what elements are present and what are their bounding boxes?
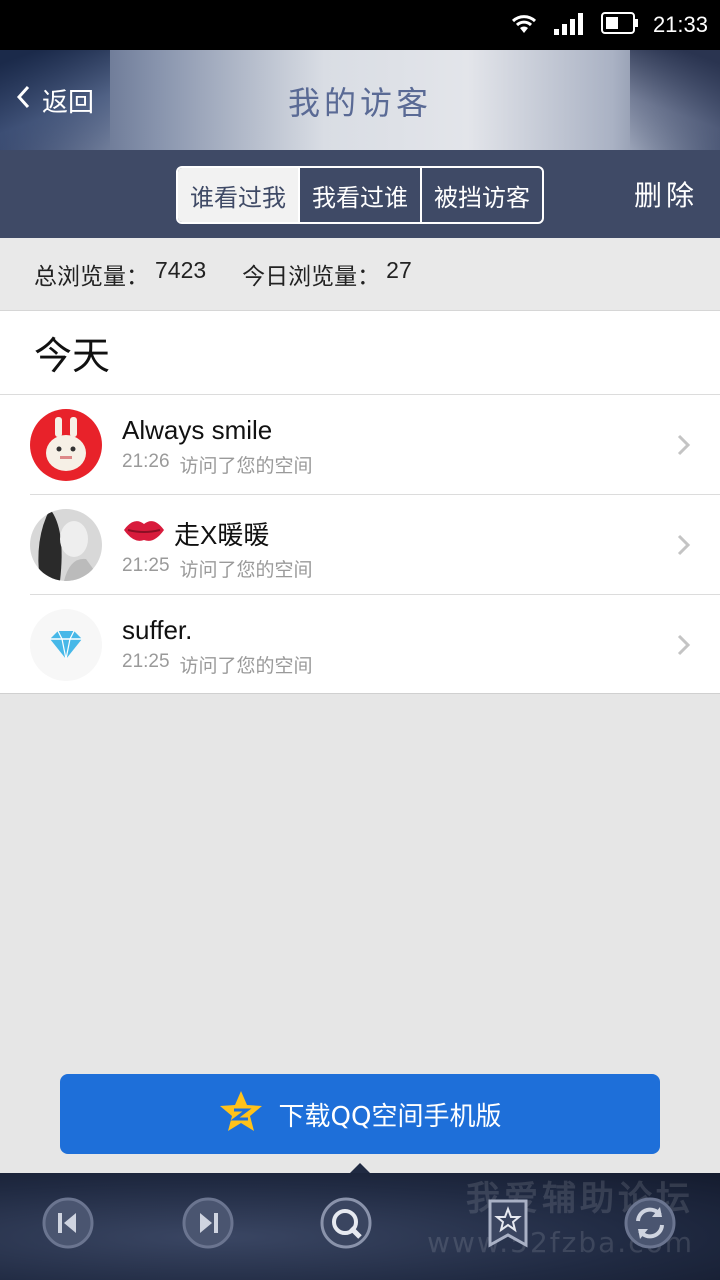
total-views-label: 总浏览量： (34, 264, 149, 290)
header: 返回 我的访客 (0, 50, 720, 150)
visit-info: 21:26 访问了您的空间 (122, 451, 313, 478)
visitor-name: 走X暖暖 (174, 520, 270, 550)
tab-blocked-visitors[interactable]: 被挡访客 (420, 168, 542, 222)
visitor-name-group: 走X暖暖 (122, 515, 269, 552)
nav-forward-button[interactable] (180, 1195, 236, 1251)
visitor-name: suffer. (122, 615, 193, 645)
chevron-right-icon (677, 434, 691, 456)
refresh-icon (624, 1197, 676, 1249)
bottom-nav: 我爱辅助论坛 www.52fzba.com (0, 1163, 720, 1280)
chevron-right-icon (677, 634, 691, 656)
tab-bar: 谁看过我 我看过谁 被挡访客 删除 (0, 150, 720, 238)
page-title: 我的访客 (287, 84, 432, 122)
avatar[interactable] (30, 509, 102, 581)
visit-time: 21:25 (122, 555, 170, 576)
skip-back-icon (42, 1197, 94, 1249)
total-views-value: 7423 (155, 257, 207, 283)
visitor-tabs: 谁看过我 我看过谁 被挡访客 (176, 166, 544, 224)
nav-bookmark-button[interactable] (480, 1195, 536, 1251)
visitor-list: 今天 Always smile 21:26 访问了您的空间 走X暖暖 21:25… (0, 310, 720, 694)
tab-who-viewed-me[interactable]: 谁看过我 (178, 168, 298, 222)
nav-refresh-button[interactable] (622, 1195, 678, 1251)
nav-notch (350, 1163, 370, 1173)
nav-home-button[interactable] (318, 1195, 374, 1251)
tab-who-i-viewed[interactable]: 我看过谁 (298, 168, 420, 222)
nav-back-button[interactable] (40, 1195, 96, 1251)
bookmark-star-icon (488, 1199, 528, 1248)
avatar[interactable] (30, 609, 102, 681)
visit-time: 21:25 (122, 651, 170, 672)
download-app-button[interactable]: 下载QQ空间手机版 (60, 1074, 660, 1154)
view-stats: 总浏览量： 7423 今日浏览量： 27 (0, 238, 720, 310)
visitor-row[interactable]: 走X暖暖 21:25 访问了您的空间 (30, 495, 720, 595)
qzone-home-icon (320, 1197, 372, 1249)
visit-info: 21:25 访问了您的空间 (122, 651, 313, 678)
lips-icon (122, 516, 166, 551)
download-label: 下载QQ空间手机版 (278, 1101, 502, 1132)
qzone-star-icon (219, 1090, 263, 1139)
avatar[interactable] (30, 409, 102, 481)
section-title-today: 今天 (0, 311, 720, 395)
visitor-row[interactable]: suffer. 21:25 访问了您的空间 (30, 595, 720, 695)
today-views-label: 今日浏览量： (242, 264, 381, 290)
visit-action: 访问了您的空间 (179, 655, 313, 677)
visit-action: 访问了您的空间 (179, 559, 313, 581)
status-bar: 21:33 (0, 0, 720, 50)
visit-info: 21:25 访问了您的空间 (122, 555, 313, 582)
battery-icon (600, 12, 639, 38)
skip-forward-icon (182, 1197, 234, 1249)
clock: 21:33 (652, 12, 708, 37)
visit-action: 访问了您的空间 (179, 455, 313, 477)
chevron-right-icon (677, 534, 691, 556)
visitor-name: Always smile (122, 415, 273, 445)
visitor-row[interactable]: Always smile 21:26 访问了您的空间 (30, 395, 720, 495)
today-views-value: 27 (386, 257, 412, 283)
signal-icon (553, 11, 587, 39)
wifi-icon (509, 11, 539, 39)
visit-time: 21:26 (122, 451, 170, 472)
delete-button[interactable]: 删除 (634, 174, 698, 214)
